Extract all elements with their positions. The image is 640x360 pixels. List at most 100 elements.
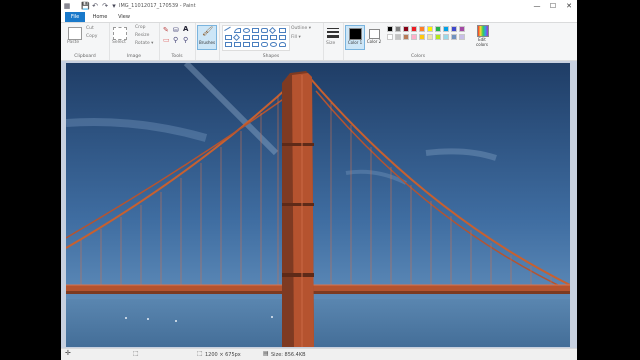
palette-color-swatch[interactable]	[443, 34, 449, 40]
color2-button[interactable]: Color 2	[365, 25, 383, 48]
palette-color-swatch[interactable]	[451, 26, 457, 32]
five-point-star-shape-icon[interactable]	[243, 42, 250, 47]
curve-shape-icon[interactable]	[234, 28, 241, 33]
palette-color-swatch[interactable]	[419, 26, 425, 32]
color2-label: Color 2	[366, 39, 382, 44]
rectangle-shape-icon[interactable]	[252, 28, 259, 33]
palette-color-swatch[interactable]	[427, 34, 433, 40]
maximize-button[interactable]: ☐	[545, 0, 561, 12]
polygon-shape-icon[interactable]	[268, 26, 277, 35]
size-line-thin	[327, 28, 339, 29]
up-arrow-shape-icon[interactable]	[279, 35, 286, 40]
tab-file[interactable]: File	[65, 12, 85, 22]
resize-button[interactable]: Resize	[135, 33, 149, 39]
paste-icon[interactable]	[68, 27, 82, 40]
shapes-gallery	[222, 25, 290, 51]
palette-color-swatch[interactable]	[435, 34, 441, 40]
callout-shape-icon[interactable]	[261, 42, 268, 47]
palette-color-swatch[interactable]	[403, 26, 409, 32]
cloud-callout-shape-icon[interactable]	[279, 42, 286, 47]
crop-button[interactable]: Crop	[135, 25, 146, 31]
triangle-shape-icon[interactable]	[279, 28, 286, 33]
undo-icon[interactable]: ↶	[91, 2, 99, 10]
text-tool-icon[interactable]: A	[183, 26, 188, 33]
size-button[interactable]: Size	[326, 41, 335, 47]
status-bar: ✛ ⬚ ⬚ 1200 × 675px ▤ Size: 856.4KB	[61, 348, 577, 360]
oval-callout-shape-icon[interactable]	[270, 42, 277, 47]
outline-dropdown[interactable]: Outline ▾	[291, 26, 311, 32]
image-dimensions: 1200 × 675px	[205, 352, 241, 358]
color1-swatch	[349, 28, 362, 40]
palette-color-swatch[interactable]	[395, 26, 401, 32]
down-arrow-shape-icon[interactable]	[225, 42, 232, 47]
cursor-position-icon: ✛	[65, 349, 71, 357]
edit-colors-icon[interactable]	[475, 25, 489, 37]
pencil-icon[interactable]: ✎	[163, 27, 169, 34]
canvas-area[interactable]	[61, 61, 577, 348]
palette-color-swatch[interactable]	[419, 34, 425, 40]
shapes-group-label: Shapes	[262, 54, 280, 59]
magnifier-icon[interactable]: ⚲	[183, 37, 188, 44]
customize-quick-access-icon[interactable]: ▾	[110, 2, 118, 10]
line-shape-icon[interactable]	[224, 26, 233, 35]
right-arrow-shape-icon[interactable]	[261, 35, 268, 40]
image-dimensions-icon: ⬚	[197, 350, 203, 357]
palette-color-swatch[interactable]	[459, 34, 465, 40]
clipboard-group-label: Clipboard	[74, 54, 96, 59]
paint-app-icon: ▦	[63, 2, 71, 10]
save-icon[interactable]: 💾	[81, 2, 90, 10]
tab-home[interactable]: Home	[89, 12, 111, 22]
rotate-button[interactable]: Rotate ▾	[135, 41, 153, 47]
fill-dropdown[interactable]: Fill ▾	[291, 35, 301, 41]
redo-icon[interactable]: ↷	[101, 2, 109, 10]
fill-bucket-icon[interactable]: ⛁	[173, 27, 179, 34]
palette-color-swatch[interactable]	[403, 34, 409, 40]
oval-shape-icon[interactable]	[243, 28, 250, 33]
left-arrow-shape-icon[interactable]	[270, 35, 277, 40]
palette-color-swatch[interactable]	[411, 34, 417, 40]
select-icon[interactable]	[113, 27, 127, 40]
diamond-shape-icon[interactable]	[232, 33, 241, 42]
palette-color-swatch[interactable]	[443, 26, 449, 32]
size-line-medium	[327, 31, 339, 33]
size-group: Size	[323, 23, 344, 60]
shapes-group: Outline ▾ Fill ▾ Shapes	[219, 23, 324, 60]
canvas-image-golden-gate[interactable]	[66, 63, 570, 347]
title-bar: ▦ 💾 ↶ ↷ ▾ IMG_11012017_170539 - Paint — …	[61, 0, 577, 12]
brushes-label: Brushes	[198, 40, 216, 45]
hexagon-shape-icon[interactable]	[252, 35, 259, 40]
palette-color-swatch[interactable]	[435, 26, 441, 32]
golden-gate-bridge-photo	[66, 63, 570, 347]
four-point-star-shape-icon[interactable]	[234, 42, 241, 47]
palette-color-swatch[interactable]	[427, 26, 433, 32]
close-button[interactable]: ✕	[561, 0, 577, 12]
palette-color-swatch[interactable]	[459, 26, 465, 32]
copy-button[interactable]: Copy	[86, 34, 97, 40]
palette-color-swatch[interactable]	[411, 26, 417, 32]
brushes-button[interactable]: 🖌 Brushes	[197, 25, 217, 50]
eraser-icon[interactable]: ▭	[163, 37, 170, 44]
palette-color-swatch[interactable]	[387, 34, 393, 40]
tab-view[interactable]: View	[113, 12, 135, 22]
edit-colors-button[interactable]: Edit colors	[472, 37, 492, 47]
tools-group: ✎ ⛁ A ▭ ⚲ ⚲ Tools	[159, 23, 196, 60]
size-line-thick	[327, 35, 339, 38]
palette-color-swatch[interactable]	[451, 34, 457, 40]
six-point-star-shape-icon[interactable]	[252, 42, 259, 47]
select-button[interactable]: Select	[112, 40, 126, 46]
minimize-button[interactable]: —	[529, 0, 545, 12]
paste-button[interactable]: Paste	[67, 40, 79, 46]
palette-color-swatch[interactable]	[395, 34, 401, 40]
paint-window: ▦ 💾 ↶ ↷ ▾ IMG_11012017_170539 - Paint — …	[61, 0, 577, 360]
color-picker-icon[interactable]: ⚲	[173, 37, 178, 44]
palette-color-swatch[interactable]	[387, 26, 393, 32]
pentagon-shape-icon[interactable]	[243, 35, 250, 40]
ribbon: Paste Cut Copy Clipboard Select Crop Res…	[61, 23, 577, 61]
rounded-rectangle-shape-icon[interactable]	[261, 28, 268, 33]
right-triangle-shape-icon[interactable]	[225, 35, 232, 40]
brush-icon: 🖌	[202, 27, 214, 37]
cut-button[interactable]: Cut	[86, 26, 94, 32]
color1-button[interactable]: Color 1	[345, 25, 365, 50]
selection-size-icon: ⬚	[133, 350, 139, 357]
color1-label: Color 1	[347, 40, 363, 45]
